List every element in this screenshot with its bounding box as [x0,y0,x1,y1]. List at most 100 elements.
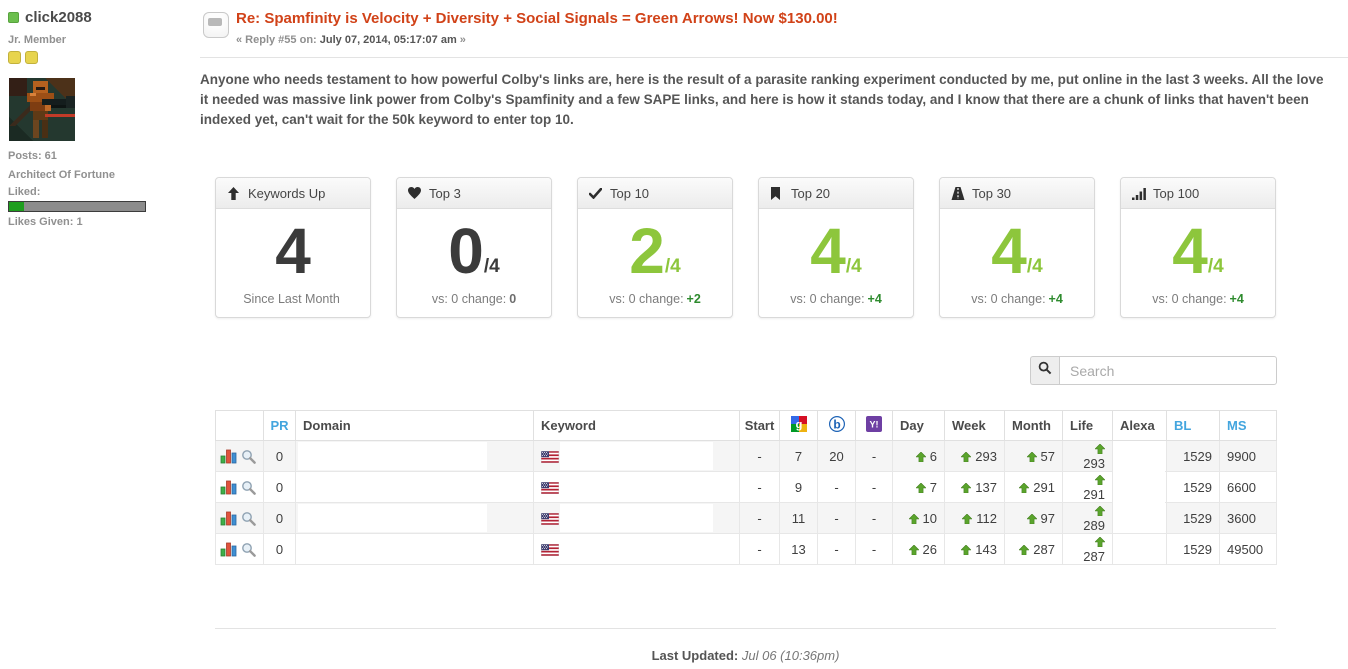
stat-total: /4 [1207,256,1224,277]
post-body: Anyone who needs testament to how powerf… [200,72,1324,127]
column-header-keyword[interactable]: Keyword [533,410,740,441]
stat-change: +4 [867,292,882,306]
bl-cell: 1529 [1166,471,1220,503]
bing-icon[interactable]: b [817,410,856,441]
bing-rank-cell: 20 [817,440,856,472]
magnifier-icon[interactable] [241,449,256,464]
domain-cell [295,502,534,534]
start-cell: - [739,471,780,503]
up-arrow-icon [1094,503,1106,518]
arrow-up-icon [227,186,241,200]
column-header-life[interactable]: Life [1062,410,1113,441]
star-icon [8,51,21,64]
column-header-week[interactable]: Week [944,410,1005,441]
week-change-cell: 137 [944,471,1005,503]
column-header-actions[interactable] [215,410,264,441]
search-input[interactable] [1059,356,1277,385]
barchart-icon[interactable] [220,479,237,495]
domain-redaction [298,504,487,532]
column-header-day[interactable]: Day [892,410,945,441]
stat-card-footer: vs: 0 change: 0 [397,292,551,306]
post-count: Posts: 61 [8,150,57,162]
start-cell: - [739,440,780,472]
forum-post-page: click2088 Jr. Member Posts: 61 Architect… [0,0,1348,669]
month-change-cell: 97 [1004,502,1063,534]
yahoo-rank-cell: - [855,502,893,534]
post-message-icon [203,12,229,38]
domain-cell [295,440,534,472]
column-header-domain[interactable]: Domain [295,410,534,441]
domain-redaction [298,442,487,470]
stat-card-keywords-up: Keywords Up 4 Since Last Month [215,177,371,318]
column-header-ms[interactable]: MS [1219,410,1277,441]
life-change-cell: 291 [1062,471,1113,503]
last-updated: Last Updated: Jul 06 (10:36pm) [651,648,840,663]
stat-footer-text: vs: 0 change: [609,292,684,306]
username-link[interactable]: click2088 [25,9,92,26]
heart-icon [408,187,422,199]
google-icon[interactable]: g [779,410,818,441]
us-flag-icon [541,543,559,556]
stat-card-value: 4/4 [940,214,1094,288]
column-header-start[interactable]: Start [739,410,780,441]
bl-cell: 1529 [1166,440,1220,472]
domain-redaction [298,535,487,563]
stat-card-top-10: Top 10 2/4 vs: 0 change: +2 [577,177,733,318]
stat-card-footer: vs: 0 change: +4 [1121,292,1275,306]
svg-text:b: b [833,417,840,431]
svg-text:g: g [795,419,802,431]
us-flag-icon [541,512,559,525]
barchart-icon[interactable] [220,448,237,464]
up-arrow-icon [915,480,927,495]
bing-rank-cell: - [817,471,856,503]
magnifier-icon[interactable] [241,542,256,557]
stat-card-label: Top 20 [791,185,831,201]
keyword-cell [533,502,740,534]
stat-card-footer: vs: 0 change: +4 [759,292,913,306]
rank-table-wrap: PR Domain Keyword Start g b Y! Day Week Month Life… [215,410,1277,565]
stat-change: 0 [509,292,517,306]
search-addon [1030,356,1059,385]
up-arrow-icon [960,449,972,464]
magnifier-icon[interactable] [241,511,256,526]
column-header-alexa[interactable]: Alexa [1112,410,1167,441]
stat-value: 4 [991,215,1027,287]
search-icon [1038,361,1052,380]
column-header-month[interactable]: Month [1004,410,1063,441]
magnifier-icon[interactable] [241,480,256,495]
stat-card-header: Top 100 [1121,178,1275,209]
us-flag-icon [541,481,559,494]
day-change-cell: 26 [892,533,945,565]
online-status-icon [8,12,19,23]
stat-total: /4 [1026,256,1043,277]
row-actions-cell [215,471,264,503]
star-icon [25,51,38,64]
bl-cell: 1529 [1166,502,1220,534]
keyword-cell [533,440,740,472]
bing-rank-cell: - [817,502,856,534]
month-change-cell: 291 [1004,471,1063,503]
column-header-bl[interactable]: BL [1166,410,1220,441]
yahoo-rank-cell: - [855,440,893,472]
us-flag-icon [541,450,559,463]
barchart-icon[interactable] [220,510,237,526]
stat-card-header: Top 10 [578,178,732,209]
alexa-redaction [1113,441,1165,533]
week-change-cell: 293 [944,440,1005,472]
stat-change: +4 [1229,292,1244,306]
barchart-icon[interactable] [220,541,237,557]
column-header-pr[interactable]: PR [263,410,296,441]
stat-footer-text: Since Last Month [243,292,340,306]
signal-icon [1132,187,1146,200]
up-arrow-icon [1094,441,1106,456]
google-rank-cell: 9 [779,471,818,503]
yahoo-icon[interactable]: Y! [855,410,893,441]
stat-card-label: Keywords Up [248,185,326,201]
footer-divider [215,628,1276,629]
bookmark-icon [770,186,784,200]
post-title-link[interactable]: Re: Spamfinity is Velocity + Diversity +… [236,10,1336,27]
google-rank-cell: 7 [779,440,818,472]
row-actions-cell [215,440,264,472]
keyword-redaction [560,535,713,563]
day-change-cell: 6 [892,440,945,472]
